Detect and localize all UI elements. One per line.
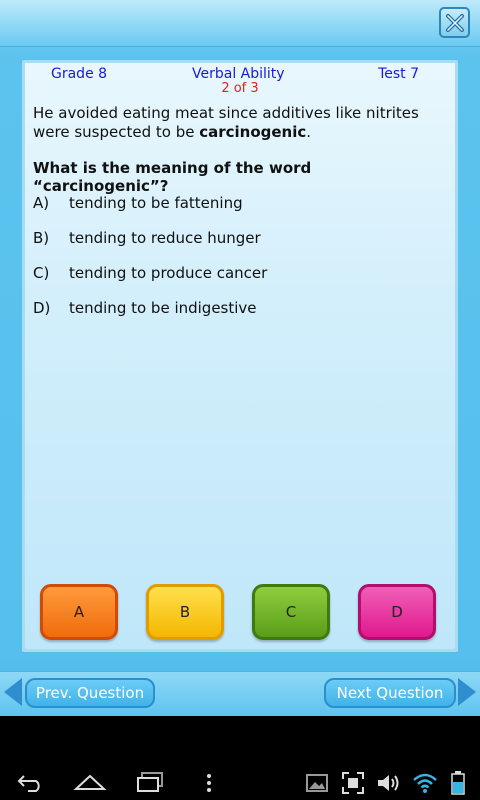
volume-icon [378, 775, 399, 791]
question-card: Grade 8 Verbal Ability Test 7 2 of 3 He … [22, 60, 458, 652]
next-arrow-icon[interactable] [458, 678, 476, 706]
screenshot-icon [342, 772, 364, 794]
passage-text: He avoided eating meat since additives l… [33, 104, 419, 141]
answer-buttons: A B C D [25, 584, 455, 644]
wifi-icon [413, 773, 437, 793]
prev-arrow-icon[interactable] [4, 678, 22, 706]
prev-question-button[interactable]: Prev. Question [25, 678, 155, 708]
question-text: What is the meaning of the word “carcino… [33, 159, 312, 195]
grade-label: Grade 8 [51, 66, 108, 82]
top-bar [0, 0, 480, 47]
target-word: carcinogenic [199, 123, 307, 141]
home-icon[interactable] [73, 772, 107, 792]
close-x-icon [445, 13, 464, 32]
close-button[interactable] [439, 7, 470, 38]
option-c: C) tending to produce cancer [33, 264, 268, 282]
answer-a-button[interactable]: A [40, 584, 118, 640]
answer-c-button[interactable]: C [252, 584, 330, 640]
battery-icon [451, 771, 465, 795]
question-nav-bar: Prev. Question Next Question [0, 671, 480, 716]
question-progress: 2 of 3 [221, 81, 259, 96]
answer-d-button[interactable]: D [358, 584, 436, 640]
app-screen: Grade 8 Verbal Ability Test 7 2 of 3 He … [0, 0, 480, 716]
option-a: A) tending to be fattening [33, 194, 243, 212]
recent-apps-icon[interactable] [134, 771, 166, 793]
answer-b-button[interactable]: B [146, 584, 224, 640]
option-d: D) tending to be indigestive [33, 299, 257, 317]
option-b: B) tending to reduce hunger [33, 229, 261, 247]
menu-dots-icon[interactable] [205, 773, 213, 793]
system-nav-bar [0, 764, 480, 800]
test-label: Test 7 [378, 66, 419, 82]
next-question-button[interactable]: Next Question [324, 678, 456, 708]
gallery-icon [306, 774, 328, 792]
subject-label: Verbal Ability [192, 66, 285, 82]
back-icon[interactable] [16, 772, 46, 792]
